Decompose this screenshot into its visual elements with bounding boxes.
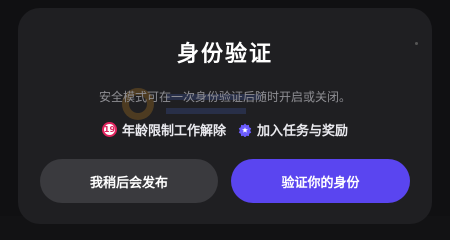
feature-list: 19 年龄限制工作解除 加入任务与奖励 [18, 120, 432, 139]
star-badge-icon [238, 123, 252, 137]
dialog-subtitle: 安全模式可在一次身份验证后随时开启或关闭。 [98, 90, 351, 104]
identity-verification-dialog: 身份验证 安全模式可在一次身份验证后随时开启或关闭。 19 年龄限制工作解除 加… [18, 8, 432, 224]
age-19-icon: 19 [101, 122, 117, 137]
verify-identity-button[interactable]: 验证你的身份 [231, 159, 410, 203]
feature-label: 年龄限制工作解除 [121, 124, 226, 139]
feature-label: 加入任务与奖励 [257, 124, 349, 139]
dialog-title: 身份验证 [176, 42, 273, 67]
feature-missions-rewards: 加入任务与奖励 [238, 120, 348, 139]
feature-age-restriction: 19 年龄限制工作解除 [101, 120, 226, 139]
verify-later-button[interactable]: 我稍后会发布 [40, 159, 218, 203]
